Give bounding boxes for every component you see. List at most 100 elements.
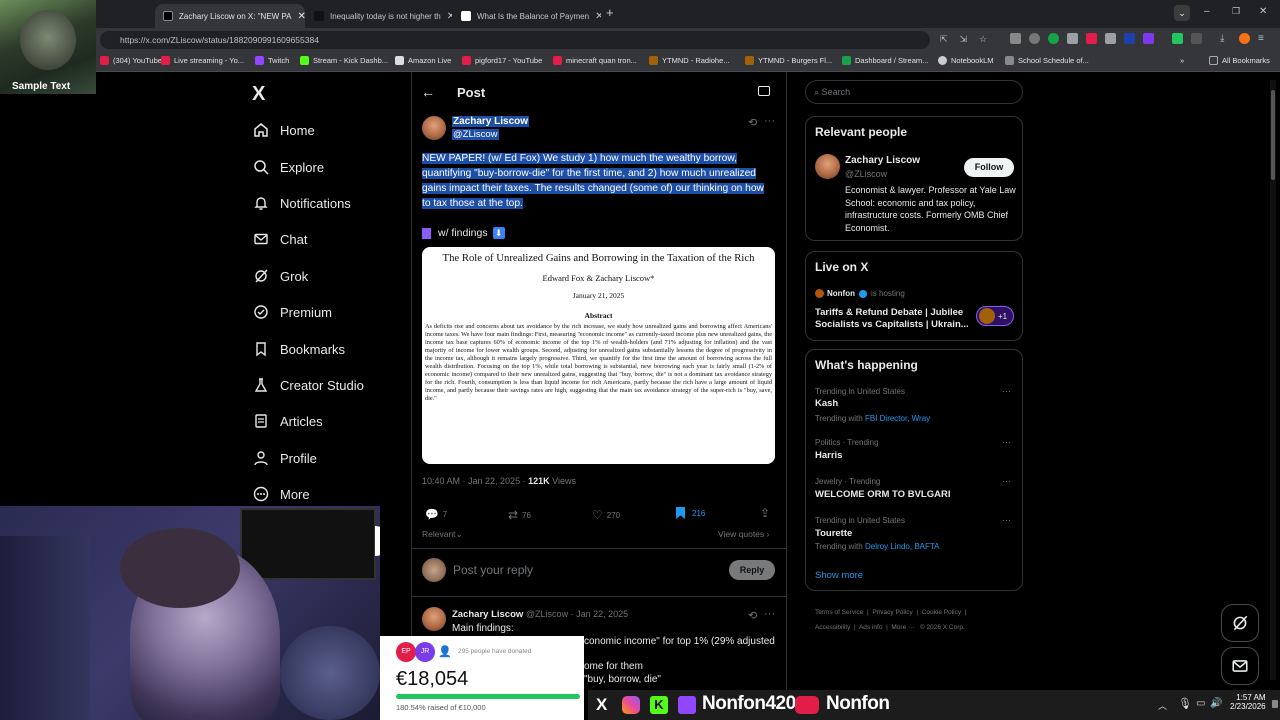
- paper-image[interactable]: The Role of Unrealized Gains and Borrowi…: [422, 247, 775, 464]
- more-options-icon[interactable]: ···: [764, 608, 775, 620]
- download-icon[interactable]: ⤓: [1220, 33, 1231, 44]
- bookmark-star-icon[interactable]: ☆: [979, 34, 987, 45]
- extension-icon[interactable]: [1143, 33, 1154, 44]
- nav-home[interactable]: Home: [252, 115, 315, 145]
- nav-more[interactable]: More: [252, 479, 310, 509]
- nav-creator-studio[interactable]: Creator Studio: [252, 370, 364, 400]
- avatar[interactable]: [422, 607, 446, 631]
- close-icon[interactable]: ✕: [441, 11, 452, 22]
- bookmark-item[interactable]: Stream - Kick Dashb...: [300, 56, 388, 65]
- nav-explore[interactable]: Explore: [252, 152, 324, 182]
- more-options-icon[interactable]: ···: [1002, 437, 1011, 447]
- menu-icon[interactable]: ≡: [1258, 33, 1269, 44]
- trend-name[interactable]: Harris: [815, 450, 842, 461]
- trend-name[interactable]: WELCOME ORM TO BVLGARI: [815, 489, 950, 500]
- bookmark-item[interactable]: All Bookmarks: [1209, 56, 1270, 65]
- bookmark-item[interactable]: School Schedule of...: [1005, 56, 1089, 65]
- grammarly-icon[interactable]: [1048, 33, 1059, 44]
- profile-sidebar-icon[interactable]: [1191, 33, 1202, 44]
- avatar[interactable]: [1239, 33, 1250, 44]
- bookmark-item[interactable]: YTMND - Radiohe...: [649, 56, 730, 65]
- youtube-ext-icon[interactable]: [1086, 33, 1097, 44]
- display-icon[interactable]: ▭: [1196, 698, 1205, 709]
- notification-icon[interactable]: [1272, 700, 1278, 708]
- tab[interactable]: Inequality today is not higher th ✕: [306, 4, 452, 28]
- author-handle[interactable]: @ZLiscow: [452, 129, 499, 140]
- live-topic[interactable]: Tariffs & Refund Debate | Jubilee Social…: [815, 307, 975, 331]
- reply-action[interactable]: 💬 7: [425, 508, 447, 521]
- nav-articles[interactable]: Articles: [252, 406, 323, 436]
- x-logo[interactable]: X: [252, 83, 265, 106]
- grok-explain-icon[interactable]: ⟲: [748, 609, 757, 622]
- footer-link[interactable]: Terms of Service: [815, 609, 863, 616]
- bookmarks-overflow-icon[interactable]: »: [1180, 56, 1184, 65]
- bookmark-item[interactable]: Twitch: [255, 56, 289, 65]
- person-name[interactable]: Zachary Liscow: [845, 155, 920, 166]
- maximize-icon[interactable]: ❐: [1232, 6, 1240, 17]
- person-handle[interactable]: @ZLiscow: [845, 169, 887, 179]
- more-options-icon[interactable]: ···: [764, 115, 775, 127]
- grok-explain-icon[interactable]: ⟲: [748, 116, 757, 129]
- live-host[interactable]: Nonfon is hosting: [815, 289, 905, 298]
- tab-search-icon[interactable]: ⌄: [1174, 5, 1190, 21]
- sort-dropdown[interactable]: Relevant⌄: [422, 529, 463, 540]
- reader-icon[interactable]: [758, 86, 770, 96]
- new-tab-icon[interactable]: +: [606, 5, 614, 20]
- address-bar[interactable]: https://x.com/ZLiscow/status/18820909916…: [100, 31, 930, 49]
- extension-icon[interactable]: [1067, 33, 1078, 44]
- avatar[interactable]: [422, 116, 446, 140]
- minimize-icon[interactable]: –: [1204, 6, 1210, 17]
- bookmark-item[interactable]: (304) YouTube: [100, 56, 162, 65]
- extension-icon[interactable]: [1124, 33, 1135, 44]
- search-input[interactable]: ⌕ Search: [805, 80, 1023, 104]
- window-close-icon[interactable]: ✕: [1259, 6, 1267, 17]
- bookmark-action[interactable]: 216: [676, 507, 705, 519]
- footer-link[interactable]: More ···: [891, 624, 914, 631]
- bookmark-item[interactable]: pigford17 - YouTube: [462, 56, 542, 65]
- trend-with-link[interactable]: Delroy Lindo, BAFTA: [865, 542, 940, 551]
- bookmark-item[interactable]: Amazon Live: [395, 56, 451, 65]
- close-icon[interactable]: ✕: [589, 11, 601, 22]
- more-options-icon[interactable]: ···: [1002, 386, 1011, 396]
- footer-link[interactable]: Cookie Policy: [922, 609, 961, 616]
- nav-profile[interactable]: Profile: [252, 443, 317, 473]
- tray-chevron-icon[interactable]: ︿: [1158, 699, 1167, 712]
- bookmark-item[interactable]: NotebookLM: [938, 56, 994, 65]
- footer-link[interactable]: Privacy Policy: [872, 609, 912, 616]
- messages-float-button[interactable]: [1221, 647, 1259, 685]
- follow-button[interactable]: Follow: [964, 158, 1014, 177]
- repost-action[interactable]: ⇄ 76: [508, 508, 531, 522]
- reply-input[interactable]: Post your reply: [453, 563, 533, 577]
- trend-with-link[interactable]: FBI Director, Wray: [865, 414, 930, 423]
- nav-bookmarks[interactable]: Bookmarks: [252, 334, 345, 364]
- more-options-icon[interactable]: ···: [1002, 476, 1011, 486]
- trend-name[interactable]: Tourette: [815, 528, 852, 539]
- avatar[interactable]: [815, 154, 840, 179]
- open-external-icon[interactable]: ⇱: [940, 34, 948, 45]
- footer-link[interactable]: Accessibility: [815, 624, 850, 631]
- like-action[interactable]: ♡ 270: [592, 508, 620, 522]
- mic-icon[interactable]: 🎙: [1178, 697, 1192, 710]
- nav-grok[interactable]: Grok: [252, 261, 308, 291]
- volume-icon[interactable]: 🔊: [1210, 698, 1222, 709]
- extension-icon[interactable]: [1010, 33, 1021, 44]
- author-name[interactable]: Zachary Liscow: [452, 116, 530, 127]
- reply-button[interactable]: Reply: [729, 560, 775, 580]
- show-more-link[interactable]: Show more: [815, 570, 863, 581]
- nav-premium[interactable]: Premium: [252, 297, 332, 327]
- nav-chat[interactable]: Chat: [252, 224, 307, 254]
- nav-notifications[interactable]: Notifications: [252, 188, 351, 218]
- extension-icon[interactable]: [1105, 33, 1116, 44]
- bookmark-item[interactable]: Live streaming - Yo...: [161, 56, 244, 65]
- bookmark-item[interactable]: YTMND - Burgers Fl...: [745, 56, 832, 65]
- tab[interactable]: What Is the Balance of Paymen ✕: [453, 4, 601, 28]
- share-icon[interactable]: ⇪: [760, 506, 770, 520]
- footer-link[interactable]: Ads info: [859, 624, 883, 631]
- scrollbar-thumb[interactable]: [1271, 90, 1275, 180]
- trend-name[interactable]: Kash: [815, 398, 838, 409]
- more-options-icon[interactable]: ···: [1002, 515, 1011, 525]
- labs-icon[interactable]: [1172, 33, 1183, 44]
- view-quotes-link[interactable]: View quotes ›: [718, 529, 769, 539]
- grok-float-button[interactable]: [1221, 604, 1259, 642]
- back-arrow-icon[interactable]: ←: [421, 84, 435, 100]
